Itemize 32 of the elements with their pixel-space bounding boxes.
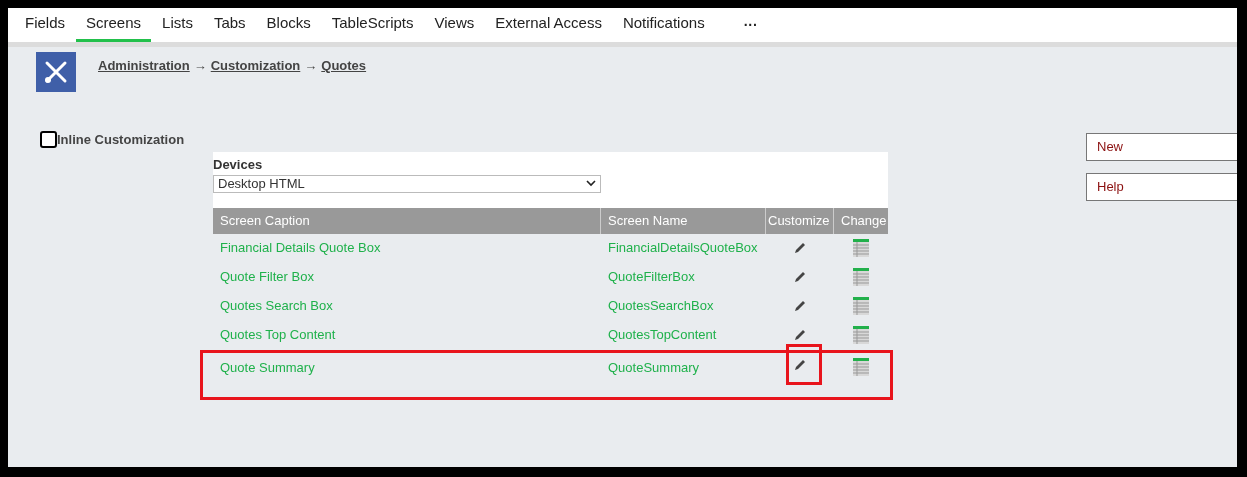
pencil-icon[interactable] xyxy=(793,328,807,342)
pencil-icon[interactable] xyxy=(793,357,807,372)
pencil-icon[interactable] xyxy=(793,241,807,255)
admin-tools-icon xyxy=(36,52,76,92)
devices-select[interactable]: Desktop HTML xyxy=(213,174,601,193)
tab[interactable]: Fields xyxy=(15,8,75,42)
column-header: Screen Name xyxy=(601,207,766,234)
tab[interactable]: Views xyxy=(424,8,485,42)
action-button[interactable]: Help xyxy=(1086,173,1237,201)
tab[interactable]: Screens xyxy=(76,8,152,42)
column-header: Screen Caption xyxy=(213,207,601,234)
tab[interactable]: Tabs xyxy=(203,8,256,42)
breadcrumb-separator: → xyxy=(193,57,207,75)
tab[interactable]: TableScripts xyxy=(321,8,424,42)
checkbox-label: Inline Customization xyxy=(57,131,185,149)
tab[interactable]: Lists xyxy=(152,8,203,42)
more-button[interactable]: ··· xyxy=(735,8,766,42)
tab[interactable]: External Access xyxy=(485,8,612,42)
pencil-icon[interactable] xyxy=(793,270,807,284)
chevron-icon xyxy=(586,180,596,187)
breadcrumb-separator: → xyxy=(304,57,318,75)
tab[interactable]: Blocks xyxy=(256,8,321,42)
tab[interactable]: Notifications xyxy=(612,8,715,42)
breadcrumb-link[interactable]: Customization xyxy=(210,56,301,76)
breadcrumb-link[interactable]: Quotes xyxy=(321,56,367,76)
column-header: Customize xyxy=(766,207,834,234)
devices-label: Devices xyxy=(213,156,264,172)
column-header: Change xyxy=(840,211,888,230)
action-button[interactable]: New xyxy=(1086,133,1237,161)
breadcrumb-link[interactable]: Administration xyxy=(98,56,190,76)
checkbox[interactable] xyxy=(40,131,57,149)
pencil-icon[interactable] xyxy=(793,299,807,313)
